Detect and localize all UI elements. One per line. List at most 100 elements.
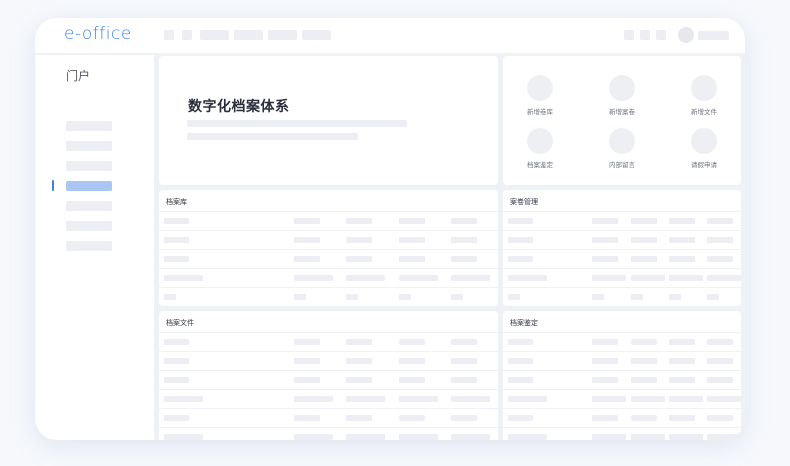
table-cell: [669, 358, 695, 364]
table-cell: [451, 256, 477, 262]
sidebar-item-4-active[interactable]: [66, 181, 112, 191]
table-cell[interactable]: [508, 396, 547, 402]
quick-action-label-1[interactable]: 新增卷库: [505, 106, 575, 116]
quick-action-label-2[interactable]: 新增案卷: [587, 106, 657, 116]
case-management-title: 案卷管理: [510, 198, 538, 206]
toolbar-placeholder-2[interactable]: [182, 30, 192, 40]
row-divider: [159, 370, 498, 371]
table-cell: [346, 294, 358, 300]
sidebar-item-2[interactable]: [66, 141, 112, 151]
panel-divider: [503, 211, 741, 212]
archive-files-title: 档案文件: [166, 319, 194, 327]
table-cell[interactable]: [164, 339, 189, 345]
toolbar-placeholder-1[interactable]: [164, 30, 174, 40]
quick-action-icon-3[interactable]: [691, 75, 717, 101]
sidebar-item-5[interactable]: [66, 201, 112, 211]
header-icon-placeholder-2[interactable]: [640, 30, 650, 40]
row-divider: [503, 370, 741, 371]
table-cell[interactable]: [508, 237, 533, 243]
table-cell: [592, 434, 626, 440]
quick-action-icon-2[interactable]: [609, 75, 635, 101]
table-cell: [592, 339, 618, 345]
row-divider: [159, 230, 498, 231]
table-cell: [346, 218, 372, 224]
nav-tab-placeholder-2[interactable]: [234, 30, 263, 40]
table-cell: [592, 358, 618, 364]
table-cell: [294, 377, 320, 383]
hero-title: 数字化档案体系: [188, 99, 290, 115]
table-cell: [399, 358, 425, 364]
logo[interactable]: e-office: [64, 24, 132, 44]
table-cell: [592, 256, 618, 262]
table-cell: [399, 237, 425, 243]
table-cell: [631, 339, 657, 345]
table-cell: [592, 396, 626, 402]
table-cell: [707, 294, 719, 300]
table-cell[interactable]: [164, 237, 189, 243]
table-cell: [399, 339, 425, 345]
table-cell[interactable]: [164, 396, 203, 402]
username-placeholder[interactable]: [698, 31, 729, 40]
table-cell: [631, 275, 665, 281]
table-cell: [399, 294, 411, 300]
table-cell[interactable]: [164, 218, 189, 224]
sidebar-item-1[interactable]: [66, 121, 112, 131]
quick-action-icon-4[interactable]: [527, 128, 553, 154]
table-cell[interactable]: [164, 434, 203, 440]
archive-library-title: 档案库: [166, 198, 187, 206]
row-divider: [503, 249, 741, 250]
table-cell[interactable]: [508, 339, 533, 345]
table-cell: [346, 377, 372, 383]
table-cell[interactable]: [508, 275, 547, 281]
quick-action-label-4[interactable]: 档案鉴定: [505, 159, 575, 169]
sidebar-title[interactable]: 门户: [66, 67, 90, 84]
sidebar-item-6[interactable]: [66, 221, 112, 231]
table-cell: [631, 358, 657, 364]
row-divider: [159, 389, 498, 390]
table-cell: [631, 377, 657, 383]
row-divider: [159, 408, 498, 409]
table-cell: [294, 415, 320, 421]
quick-action-label-5[interactable]: 内部留言: [587, 159, 657, 169]
row-divider: [503, 230, 741, 231]
quick-action-icon-6[interactable]: [691, 128, 717, 154]
sidebar-item-7[interactable]: [66, 241, 112, 251]
table-cell[interactable]: [508, 218, 533, 224]
table-cell: [707, 377, 733, 383]
table-cell: [451, 358, 477, 364]
table-cell[interactable]: [164, 294, 176, 300]
table-cell[interactable]: [508, 377, 533, 383]
table-cell: [346, 237, 372, 243]
header-icon-placeholder-3[interactable]: [656, 30, 666, 40]
nav-tab-placeholder-3[interactable]: [268, 30, 297, 40]
table-cell: [669, 396, 703, 402]
table-cell: [451, 339, 477, 345]
table-cell[interactable]: [164, 377, 189, 383]
table-cell[interactable]: [508, 415, 533, 421]
table-cell[interactable]: [164, 358, 189, 364]
table-cell[interactable]: [508, 294, 520, 300]
header-icon-placeholder-1[interactable]: [624, 30, 634, 40]
quick-action-label-3[interactable]: 新增文件: [669, 106, 739, 116]
quick-action-icon-5[interactable]: [609, 128, 635, 154]
table-cell[interactable]: [508, 256, 533, 262]
nav-tab-placeholder-1[interactable]: [200, 30, 229, 40]
table-cell[interactable]: [508, 434, 547, 440]
sidebar-item-3[interactable]: [66, 161, 112, 171]
row-divider: [159, 427, 498, 428]
quick-action-icon-1[interactable]: [527, 75, 553, 101]
table-cell[interactable]: [508, 358, 533, 364]
row-divider: [503, 268, 741, 269]
table-cell[interactable]: [164, 415, 189, 421]
table-cell: [399, 275, 438, 281]
table-cell[interactable]: [164, 275, 203, 281]
table-cell: [592, 218, 618, 224]
nav-tab-placeholder-4[interactable]: [302, 30, 331, 40]
table-cell[interactable]: [164, 256, 189, 262]
table-cell: [451, 237, 477, 243]
quick-action-label-6[interactable]: 请假申请: [669, 159, 739, 169]
avatar[interactable]: [678, 27, 694, 43]
table-cell: [631, 256, 657, 262]
archive-appraisal-panel: 档案鉴定: [503, 311, 741, 440]
table-cell: [451, 275, 490, 281]
